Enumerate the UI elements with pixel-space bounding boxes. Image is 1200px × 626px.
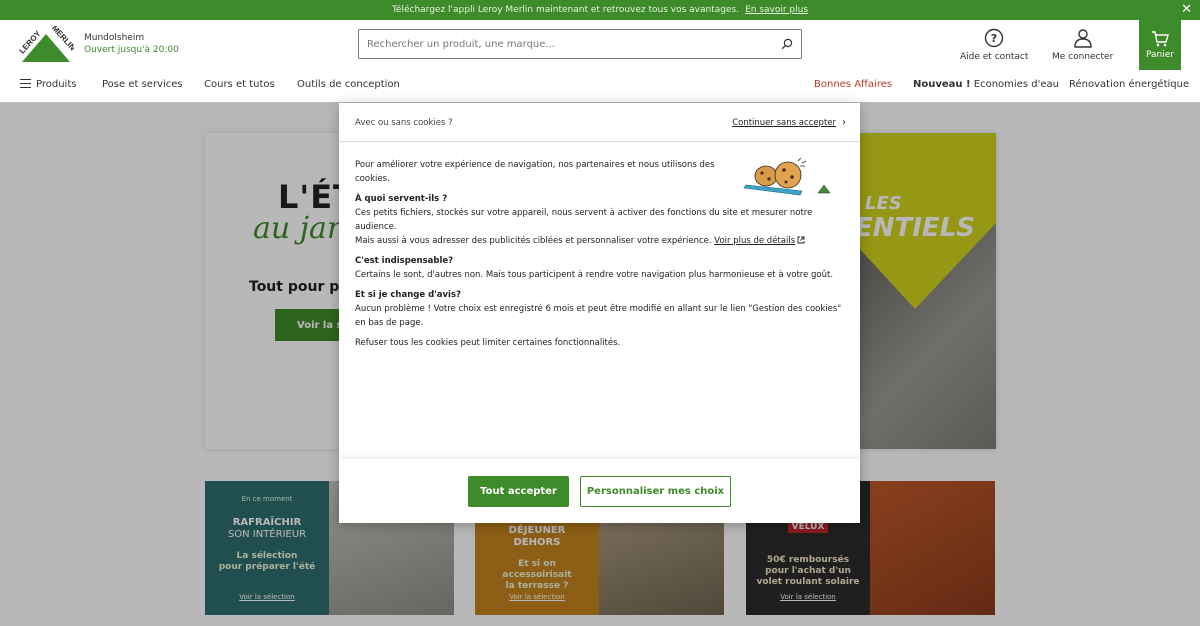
menu-icon bbox=[20, 79, 31, 88]
question-necessary: C'est indispensable? bbox=[355, 256, 454, 266]
main-nav: Produits Pose et services Cours et tutos… bbox=[0, 70, 1200, 102]
refuse-cookies-note: Refuser tous les cookies peut limiter ce… bbox=[355, 338, 621, 348]
nav-new-prefix: Nouveau ! bbox=[913, 79, 971, 90]
app-download-banner: Téléchargez l'appli Leroy Merlin mainten… bbox=[0, 0, 1200, 20]
search-box[interactable] bbox=[358, 29, 802, 59]
nav-new-text: Economies d'eau bbox=[973, 79, 1059, 90]
nav-design-tools[interactable]: Outils de conception bbox=[297, 79, 400, 90]
banner-text: Téléchargez l'appli Leroy Merlin mainten… bbox=[391, 5, 740, 15]
answer-text: Mais aussi à vous adresser des publicité… bbox=[355, 236, 712, 246]
question-change-mind: Et si je change d'avis? bbox=[355, 290, 461, 300]
modal-body: Pour améliorer votre expérience de navig… bbox=[355, 158, 845, 350]
see-more-details-link[interactable]: Voir plus de détails bbox=[714, 236, 795, 246]
answer-line: Mais aussi à vous adresser des publicité… bbox=[355, 234, 845, 248]
modal-title: Avec ou sans cookies ? bbox=[355, 118, 453, 128]
site-header: LEROY MERLIN Mundolsheim Ouvert jusqu'à … bbox=[0, 20, 1200, 70]
nav-energy-renovation[interactable]: Rénovation énergétique bbox=[1069, 79, 1189, 90]
modal-footer: Tout accepter Personnaliser mes choix bbox=[339, 459, 860, 523]
help-contact-button[interactable]: ? Aide et contact bbox=[960, 28, 1028, 62]
leroy-merlin-logo[interactable]: LEROY MERLIN bbox=[18, 26, 74, 64]
continue-label: Continuer sans accepter bbox=[732, 118, 836, 128]
account-label: Me connecter bbox=[1052, 52, 1114, 62]
nav-deals[interactable]: Bonnes Affaires bbox=[814, 79, 892, 90]
search-icon[interactable] bbox=[781, 38, 793, 50]
user-icon bbox=[1073, 29, 1092, 48]
search-input[interactable] bbox=[367, 38, 781, 50]
accept-all-button[interactable]: Tout accepter bbox=[468, 476, 569, 507]
answer-what-for: Ces petits fichiers, stockés sur votre a… bbox=[355, 206, 845, 248]
customize-choices-button[interactable]: Personnaliser mes choix bbox=[580, 476, 731, 507]
answer-line: Ces petits fichiers, stockés sur votre a… bbox=[355, 208, 813, 232]
help-label: Aide et contact bbox=[960, 52, 1029, 62]
nav-products[interactable]: Produits bbox=[20, 79, 76, 90]
nav-services[interactable]: Pose et services bbox=[102, 79, 183, 90]
store-hours: Ouvert jusqu'à 20:00 bbox=[84, 45, 179, 55]
nav-new-water-savings[interactable]: Nouveau ! Economies d'eau bbox=[913, 79, 1059, 90]
nav-products-label: Produits bbox=[36, 79, 77, 90]
cookie-intro: Pour améliorer votre expérience de navig… bbox=[355, 160, 715, 184]
cookie-consent-modal: Avec ou sans cookies ? Continuer sans ac… bbox=[339, 103, 860, 523]
help-icon: ? bbox=[984, 28, 1004, 48]
answer-change-mind: Aucun problème ! Votre choix est enregis… bbox=[355, 304, 842, 328]
store-name: Mundolsheim bbox=[84, 33, 145, 43]
banner-learn-more-link[interactable]: En savoir plus bbox=[745, 5, 808, 15]
cart-label: Panier bbox=[1146, 50, 1174, 60]
account-button[interactable]: Me connecter bbox=[1052, 28, 1113, 62]
svg-text:?: ? bbox=[991, 32, 997, 45]
nav-courses[interactable]: Cours et tutos bbox=[204, 79, 275, 90]
cart-icon bbox=[1152, 31, 1169, 47]
continue-without-accepting-link[interactable]: Continuer sans accepter › bbox=[732, 117, 846, 129]
cart-button[interactable]: Panier bbox=[1139, 20, 1181, 70]
modal-header: Avec ou sans cookies ? Continuer sans ac… bbox=[339, 103, 860, 142]
answer-necessary: Certains le sont, d'autres non. Mais tou… bbox=[355, 270, 834, 280]
external-link-icon bbox=[797, 236, 805, 244]
chevron-right-icon: › bbox=[842, 117, 846, 128]
close-icon[interactable]: ✕ bbox=[1181, 2, 1192, 18]
question-what-for: À quoi servent-ils ? bbox=[355, 194, 448, 204]
store-selector[interactable]: Mundolsheim Ouvert jusqu'à 20:00 bbox=[84, 32, 179, 56]
